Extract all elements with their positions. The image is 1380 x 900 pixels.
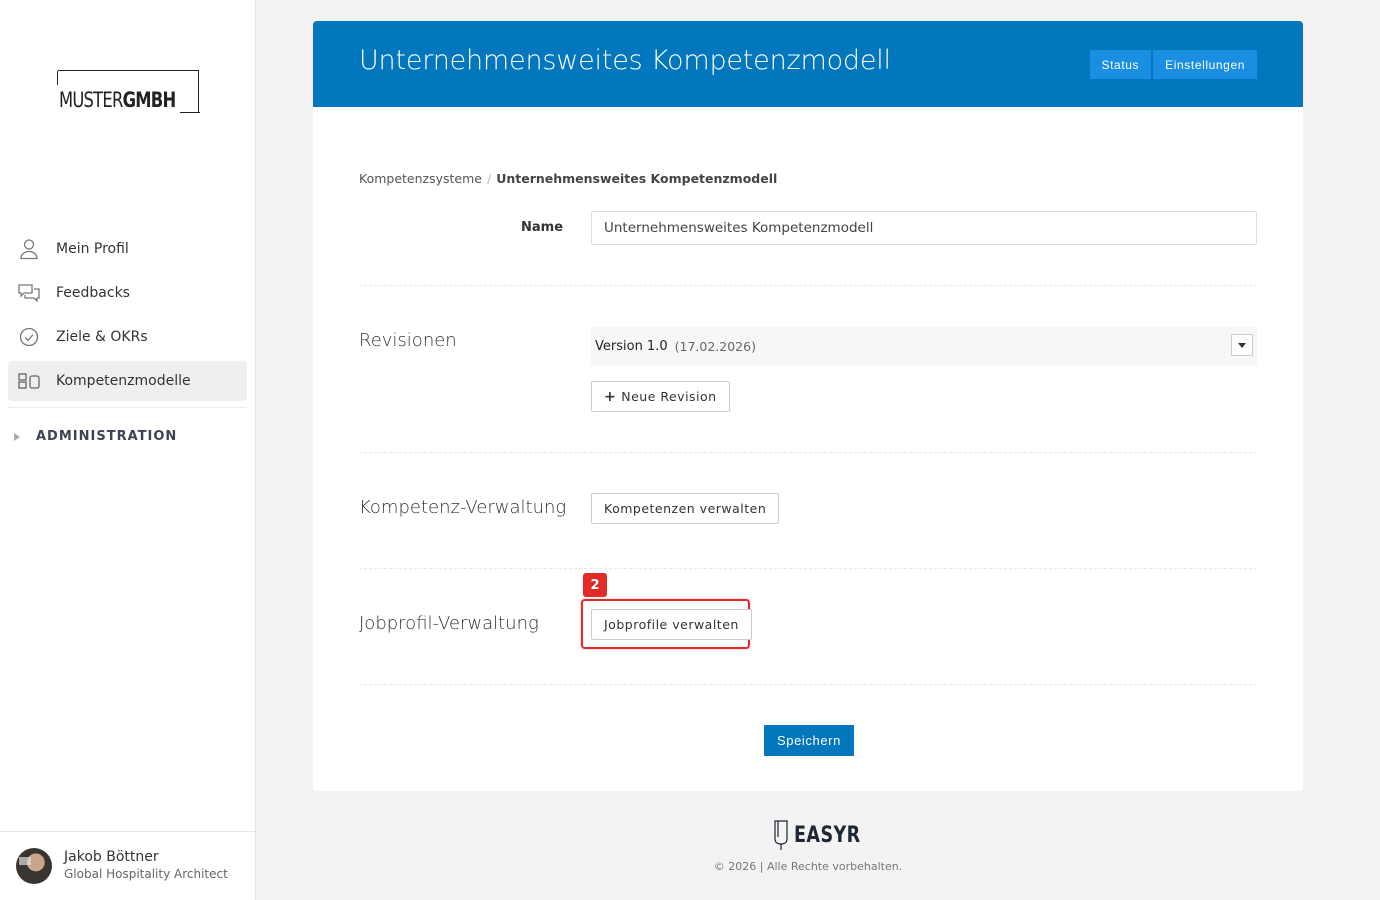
card-header: Unternehmensweites Kompetenzmodell Statu… — [313, 21, 1303, 107]
status-button[interactable]: Status — [1089, 50, 1152, 79]
easyr-logo: EASYR — [772, 818, 877, 852]
avatar — [16, 848, 52, 884]
easyr-brand: EASYR — [794, 822, 861, 848]
user-profile[interactable]: Jakob Böttner Global Hospitality Archite… — [0, 831, 255, 900]
manage-competencies-button[interactable]: Kompetenzen verwalten — [591, 493, 780, 524]
user-name: Jakob Böttner — [64, 849, 159, 865]
company-logo[interactable]: MUSTERGMBH — [57, 70, 200, 113]
new-revision-label: Neue Revision — [621, 389, 717, 404]
revision-select[interactable]: Version 1.0 (17.02.2026) — [591, 327, 1257, 365]
sidebar-divider — [8, 407, 247, 408]
sidebar-item-label: Feedbacks — [56, 285, 130, 301]
divider — [359, 568, 1257, 569]
sidebar-nav: Mein Profil Feedbacks Ziele & OKRs Kompe… — [8, 229, 247, 405]
sidebar-item-administration[interactable]: ADMINISTRATION — [14, 429, 177, 444]
breadcrumb: Kompetenzsysteme / Unternehmensweites Komp… — [359, 171, 777, 186]
header-button-group: Status Einstellungen — [1088, 50, 1257, 79]
user-icon — [18, 238, 40, 260]
sidebar-item-label: Ziele & OKRs — [56, 329, 148, 345]
user-role: Global Hospitality Architect — [64, 867, 228, 881]
sidebar-item-ziele-okrs[interactable]: Ziele & OKRs — [8, 317, 247, 357]
divider — [359, 452, 1257, 453]
divider — [359, 285, 1257, 286]
competency-management-label: Kompetenz-Verwaltung — [359, 497, 567, 518]
new-revision-button[interactable]: + Neue Revision — [591, 381, 730, 412]
manage-jobprofiles-button[interactable]: Jobprofile verwalten — [591, 609, 752, 640]
settings-button[interactable]: Einstellungen — [1153, 50, 1257, 79]
divider — [359, 684, 1257, 685]
easyr-logo-icon — [774, 820, 788, 850]
copyright: © 2026 | Alle Rechte vorbehalten. — [713, 860, 903, 873]
main-card: Unternehmensweites Kompetenzmodell Statu… — [313, 21, 1303, 791]
revision-version: Version 1.0 — [595, 338, 668, 354]
competency-model-icon — [18, 370, 40, 392]
name-input[interactable]: Unternehmensweites Kompetenzmodell — [591, 211, 1257, 245]
jobprofile-management-label: Jobprofil-Verwaltung — [359, 613, 539, 634]
chat-bubbles-icon — [18, 282, 40, 304]
admin-label: ADMINISTRATION — [36, 429, 178, 444]
revisions-label: Revisionen — [359, 330, 457, 351]
sidebar: MUSTERGMBH Mein Profil Feedbacks Ziele &… — [0, 0, 256, 900]
name-label: Name — [521, 220, 564, 235]
plus-icon: + — [604, 388, 617, 405]
annotation-badge: 2 — [583, 573, 607, 597]
breadcrumb-current: Unternehmensweites Kompetenzmodell — [496, 171, 778, 186]
sidebar-item-mein-profil[interactable]: Mein Profil — [8, 229, 247, 269]
sidebar-item-label: Mein Profil — [56, 241, 129, 257]
check-circle-icon — [18, 326, 40, 348]
breadcrumb-parent[interactable]: Kompetenzsysteme — [359, 171, 482, 186]
breadcrumb-separator: / — [486, 171, 492, 186]
revision-date: (17.02.2026) — [674, 338, 756, 354]
chevron-down-icon[interactable] — [1231, 334, 1253, 356]
sidebar-item-feedbacks[interactable]: Feedbacks — [8, 273, 247, 313]
sidebar-item-kompetenzmodelle[interactable]: Kompetenzmodelle — [8, 361, 247, 401]
caret-right-icon — [14, 432, 20, 441]
sidebar-item-label: Kompetenzmodelle — [56, 373, 191, 389]
page-title: Unternehmensweites Kompetenzmodell — [359, 45, 891, 76]
save-button[interactable]: Speichern — [764, 725, 854, 756]
